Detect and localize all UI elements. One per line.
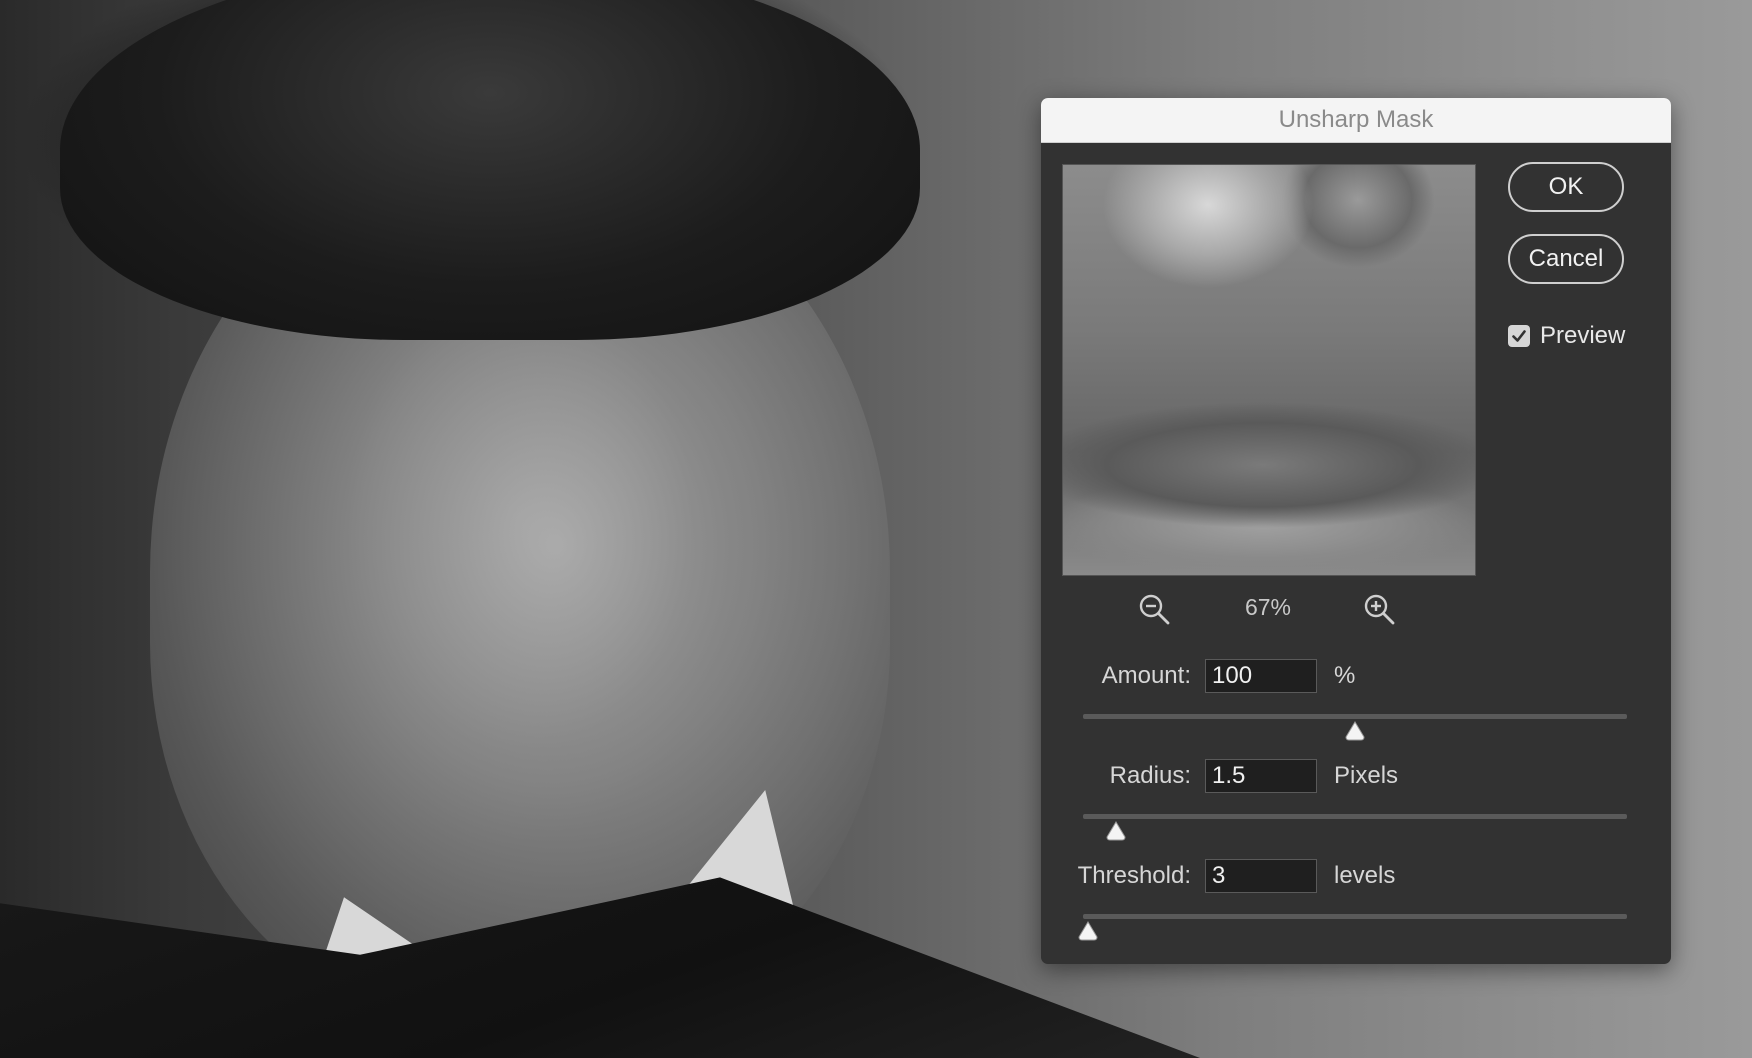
threshold-slider-thumb-icon[interactable] xyxy=(1077,920,1099,942)
dialog-title: Unsharp Mask xyxy=(1278,106,1434,133)
dialog-titlebar[interactable]: Unsharp Mask xyxy=(1041,98,1671,143)
preview-checkbox[interactable] xyxy=(1508,325,1530,347)
amount-slider-thumb-icon[interactable] xyxy=(1344,720,1366,742)
radius-label: Radius: xyxy=(1109,762,1191,789)
zoom-level-readout: 67% xyxy=(1244,594,1292,620)
radius-unit: Pixels xyxy=(1334,762,1399,789)
filter-preview-image[interactable] xyxy=(1062,164,1476,576)
amount-input[interactable] xyxy=(1205,659,1317,693)
amount-label: Amount: xyxy=(1101,662,1191,689)
preview-checkbox-row[interactable]: Preview xyxy=(1508,322,1625,350)
threshold-unit: levels xyxy=(1334,862,1396,889)
zoom-in-icon[interactable] xyxy=(1362,592,1396,626)
unsharp-mask-dialog: Unsharp Mask 67% OK Cancel Preview Amoun… xyxy=(1041,98,1671,964)
radius-slider-track[interactable] xyxy=(1083,814,1627,819)
checkmark-icon xyxy=(1512,330,1526,342)
threshold-input[interactable] xyxy=(1205,859,1317,893)
preview-label: Preview xyxy=(1540,322,1626,349)
cancel-button[interactable]: Cancel xyxy=(1508,234,1624,284)
radius-slider-thumb-icon[interactable] xyxy=(1105,820,1127,842)
ok-button[interactable]: OK xyxy=(1508,162,1624,212)
preview-zoom-controls: 67% xyxy=(1062,588,1474,628)
amount-slider-track[interactable] xyxy=(1083,714,1627,719)
threshold-label: Threshold: xyxy=(1077,862,1191,889)
amount-unit: % xyxy=(1334,662,1356,689)
radius-input[interactable] xyxy=(1205,759,1317,793)
portrait-hair xyxy=(60,0,920,340)
threshold-slider-track[interactable] xyxy=(1083,914,1627,919)
